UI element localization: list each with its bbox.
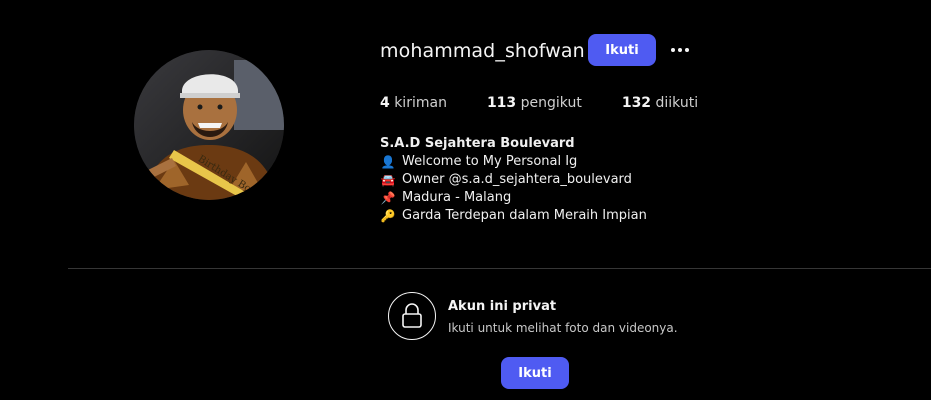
stat-followers[interactable]: 113 pengikut	[487, 95, 582, 111]
following-count: 132	[621, 95, 652, 111]
profile-bio: S.A.D Sejahtera Boulevard 👤 Welcome to M…	[380, 135, 647, 225]
bio-line-text: Garda Terdepan dalam Meraih Impian	[402, 208, 647, 223]
profile-avatar[interactable]: Birthday Boy	[134, 50, 284, 200]
pushpin-icon: 📌	[380, 191, 396, 205]
bio-line-text: Owner @s.a.d_sejahtera_boulevard	[402, 172, 632, 187]
bio-line: 🚘 Owner @s.a.d_sejahtera_boulevard	[380, 171, 647, 189]
private-lock-badge	[388, 292, 436, 340]
profile-username: mohammad_shofwan	[380, 40, 585, 62]
key-icon: 🔑	[380, 209, 396, 223]
more-dot	[671, 48, 675, 52]
bio-line-text: Welcome to My Personal Ig	[402, 154, 578, 169]
person-icon: 👤	[380, 155, 396, 169]
stat-posts: 4 kiriman	[380, 95, 447, 111]
stat-following[interactable]: 132 diikuti	[622, 95, 698, 111]
posts-label: kiriman	[394, 95, 447, 111]
bio-line-text: Madura - Malang	[402, 190, 512, 205]
private-subtitle: Ikuti untuk melihat foto dan videonya.	[448, 321, 678, 335]
follow-button[interactable]: Ikuti	[588, 34, 656, 66]
lock-icon	[402, 303, 422, 328]
section-divider	[68, 268, 931, 269]
car-icon: 🚘	[380, 173, 396, 187]
more-dot	[685, 48, 689, 52]
followers-label: pengikut	[520, 95, 582, 111]
more-options-icon[interactable]	[666, 36, 694, 64]
followers-count: 113	[486, 95, 517, 111]
private-title: Akun ini privat	[448, 299, 557, 314]
bio-name: S.A.D Sejahtera Boulevard	[380, 136, 575, 151]
follow-button-private[interactable]: Ikuti	[501, 357, 569, 389]
following-label: diikuti	[655, 95, 699, 111]
more-dot	[678, 48, 682, 52]
posts-count: 4	[380, 95, 390, 111]
profile-page: Birthday Boy mohammad_shofwan Ikuti 4 ki…	[0, 0, 931, 400]
bio-line: 🔑 Garda Terdepan dalam Meraih Impian	[380, 207, 647, 225]
profile-stats: 4 kiriman 113 pengikut 132 diikuti	[380, 95, 738, 111]
bio-line: 👤 Welcome to My Personal Ig	[380, 153, 647, 171]
avatar-photo: Birthday Boy	[134, 50, 284, 200]
bio-line: 📌 Madura - Malang	[380, 189, 647, 207]
